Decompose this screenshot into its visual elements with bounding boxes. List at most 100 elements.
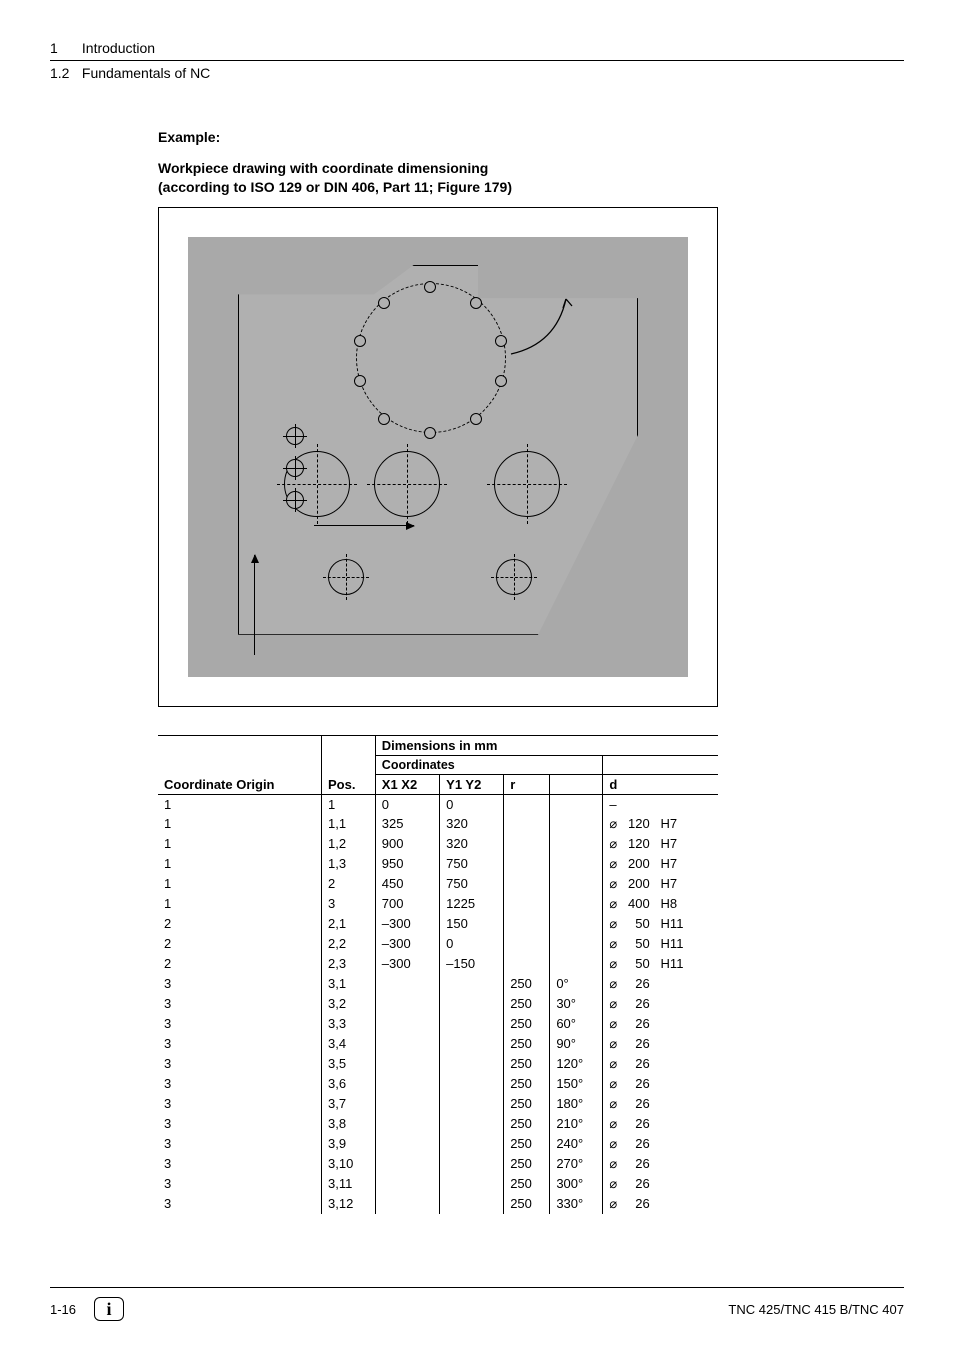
table-row: 137001225⌀ 400 H8: [158, 894, 718, 914]
table-cell: 1,3: [322, 854, 376, 874]
table-cell: 300°: [550, 1174, 603, 1194]
table-cell: 2: [158, 914, 322, 934]
small-hole-icon: [424, 427, 436, 439]
table-cell: ⌀ 26: [603, 1054, 718, 1074]
table-cell: 3,10: [322, 1154, 376, 1174]
header-section: 1.2 Fundamentals of NC: [50, 61, 904, 81]
datum-point-icon: [286, 491, 304, 509]
col-origin: Coordinate Origin: [158, 735, 322, 794]
table-row: 22,3–300–150⌀ 50 H11: [158, 954, 718, 974]
table-cell: 320: [440, 834, 504, 854]
table-cell: [550, 874, 603, 894]
medium-hole-icon: [328, 559, 364, 595]
table-cell: [440, 1074, 504, 1094]
figure-caption: Workpiece drawing with coordinate dimens…: [158, 159, 904, 197]
table-cell: [440, 1194, 504, 1214]
table-cell: [375, 1094, 439, 1114]
table-row: 33,6250150°⌀ 26: [158, 1074, 718, 1094]
col-r: r: [504, 774, 550, 794]
table-cell: [504, 934, 550, 954]
table-cell: 3,2: [322, 994, 376, 1014]
table-cell: 30°: [550, 994, 603, 1014]
table-cell: ⌀ 50 H11: [603, 914, 718, 934]
table-cell: 3,1: [322, 974, 376, 994]
table-cell: 3,12: [322, 1194, 376, 1214]
coordinates-table-wrapper: Coordinate Origin Pos. Dimensions in mm …: [158, 735, 718, 1214]
table-cell: 3: [158, 994, 322, 1014]
table-row: 33,425090°⌀ 26: [158, 1034, 718, 1054]
col-y: Y1 Y2: [440, 774, 504, 794]
table-cell: [440, 994, 504, 1014]
table-cell: [440, 1034, 504, 1054]
col-dimensions: Dimensions in mm: [375, 735, 718, 755]
footer-rule: [50, 1287, 904, 1288]
table-cell: ⌀ 200 H7: [603, 874, 718, 894]
table-cell: 3,8: [322, 1114, 376, 1134]
table-cell: [504, 914, 550, 934]
col-x: X1 X2: [375, 774, 439, 794]
caption-line-2: (according to ISO 129 or DIN 406, Part 1…: [158, 178, 904, 197]
table-cell: 325: [375, 814, 439, 834]
table-row: 22,2–3000⌀ 50 H11: [158, 934, 718, 954]
table-cell: 210°: [550, 1114, 603, 1134]
table-cell: 250: [504, 1174, 550, 1194]
table-cell: 2,1: [322, 914, 376, 934]
table-cell: 250: [504, 1114, 550, 1134]
table-cell: [440, 1114, 504, 1134]
table-cell: [375, 1074, 439, 1094]
col-d: d: [603, 774, 718, 794]
table-row: 11,1325320⌀ 120 H7: [158, 814, 718, 834]
col-coordinates: Coordinates: [375, 755, 603, 774]
product-name: TNC 425/TNC 415 B/TNC 407: [728, 1302, 904, 1317]
table-cell: 150: [440, 914, 504, 934]
table-cell: ⌀ 50 H11: [603, 934, 718, 954]
table-cell: [375, 1034, 439, 1054]
small-hole-icon: [354, 375, 366, 387]
table-row: 11,3950750⌀ 200 H7: [158, 854, 718, 874]
table-cell: ⌀ 400 H8: [603, 894, 718, 914]
table-cell: [375, 1194, 439, 1214]
table-cell: 3,7: [322, 1094, 376, 1114]
table-cell: 3,6: [322, 1074, 376, 1094]
table-row: 33,12250330°⌀ 26: [158, 1194, 718, 1214]
table-cell: [375, 1014, 439, 1034]
table-cell: ⌀ 26: [603, 1074, 718, 1094]
table-cell: 120°: [550, 1054, 603, 1074]
chapter-title: Introduction: [82, 40, 155, 56]
table-cell: [550, 814, 603, 834]
table-cell: 250: [504, 1154, 550, 1174]
table-cell: 1: [322, 794, 376, 814]
table-row: 33,225030°⌀ 26: [158, 994, 718, 1014]
table-cell: [375, 1134, 439, 1154]
table-cell: [504, 894, 550, 914]
table-cell: 2: [322, 874, 376, 894]
table-cell: 1: [158, 814, 322, 834]
table-cell: [504, 874, 550, 894]
page-number: 1-16: [50, 1302, 76, 1317]
page-footer: 1-16 i TNC 425/TNC 415 B/TNC 407: [50, 1297, 904, 1321]
table-cell: [375, 994, 439, 1014]
table-cell: 3: [158, 1094, 322, 1114]
large-hole-icon: [494, 451, 560, 517]
small-hole-icon: [470, 413, 482, 425]
section-title: Fundamentals of NC: [82, 65, 210, 81]
medium-hole-icon: [496, 559, 532, 595]
table-cell: 750: [440, 854, 504, 874]
table-cell: 3,4: [322, 1034, 376, 1054]
table-cell: 3: [158, 974, 322, 994]
table-cell: [504, 794, 550, 814]
table-cell: –300: [375, 934, 439, 954]
table-cell: 3: [158, 1114, 322, 1134]
table-cell: 250: [504, 1134, 550, 1154]
table-cell: ⌀ 26: [603, 1114, 718, 1134]
coordinates-table: Coordinate Origin Pos. Dimensions in mm …: [158, 735, 718, 1214]
table-cell: 90°: [550, 1034, 603, 1054]
table-cell: –300: [375, 954, 439, 974]
table-cell: [440, 1054, 504, 1074]
table-cell: 1: [158, 834, 322, 854]
table-cell: 2,3: [322, 954, 376, 974]
table-cell: 3: [322, 894, 376, 914]
table-cell: 2,2: [322, 934, 376, 954]
table-row: 1100–: [158, 794, 718, 814]
table-cell: [440, 1154, 504, 1174]
